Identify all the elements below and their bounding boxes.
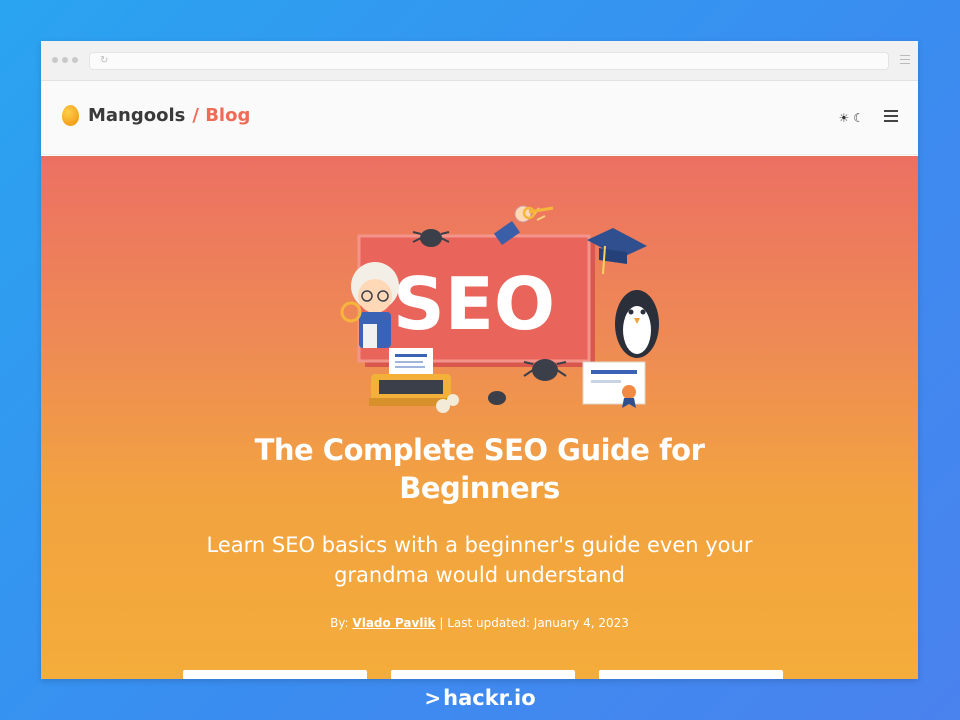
subtitle-line: grandma would understand [334, 563, 625, 587]
header-actions: ☀ ☾ [838, 110, 898, 125]
article-title: The Complete SEO Guide for Beginners [41, 431, 918, 507]
title-line: The Complete SEO Guide for [254, 433, 705, 467]
logo-name: Mangools [88, 105, 186, 126]
window-dot[interactable] [52, 57, 58, 63]
card-top[interactable] [599, 670, 783, 679]
illustration-seo-text: SEO [393, 262, 555, 346]
site-logo[interactable]: Mangools / Blog [62, 105, 250, 126]
hamburger-icon[interactable] [884, 110, 898, 125]
subtitle-line: Learn SEO basics with a beginner's guide… [206, 533, 753, 557]
logo-section[interactable]: / Blog [192, 105, 250, 126]
browser-chrome: ↻ [41, 41, 918, 81]
hackr-brand: >hackr.io [0, 686, 960, 710]
hero-section: SEO The Complete SEO Guide for Beginners… [41, 156, 918, 679]
site-header: Mangools / Blog ☀ ☾ [41, 81, 918, 155]
mango-logo-icon [62, 105, 79, 126]
browser-window: ↻ Mangools / Blog ☀ ☾ SEO The Complete S… [41, 41, 918, 679]
card-top[interactable] [391, 670, 575, 679]
title-line: Beginners [399, 471, 560, 505]
address-bar[interactable]: ↻ [89, 52, 889, 70]
reload-icon[interactable]: ↻ [100, 55, 108, 66]
theme-toggle[interactable]: ☀ ☾ [838, 111, 864, 125]
last-updated: | Last updated: January 4, 2023 [439, 616, 629, 630]
seo-illustration: SEO [340, 205, 659, 413]
window-controls [52, 57, 78, 63]
window-dot[interactable] [62, 57, 68, 63]
byline-prefix: By: [330, 616, 349, 630]
article-subtitle: Learn SEO basics with a beginner's guide… [161, 530, 798, 590]
window-dot[interactable] [72, 57, 78, 63]
article-byline: By: Vlado Pavlik | Last updated: January… [41, 616, 918, 630]
brand-chevron: > [424, 686, 442, 710]
card-row [183, 670, 783, 679]
author-link[interactable]: Vlado Pavlik [352, 616, 435, 630]
sun-icon: ☀ [838, 110, 850, 125]
card-top[interactable] [183, 670, 367, 679]
brand-name: hackr.io [443, 686, 536, 710]
moon-icon: ☾ [853, 110, 864, 125]
browser-menu-icon[interactable] [900, 55, 910, 67]
